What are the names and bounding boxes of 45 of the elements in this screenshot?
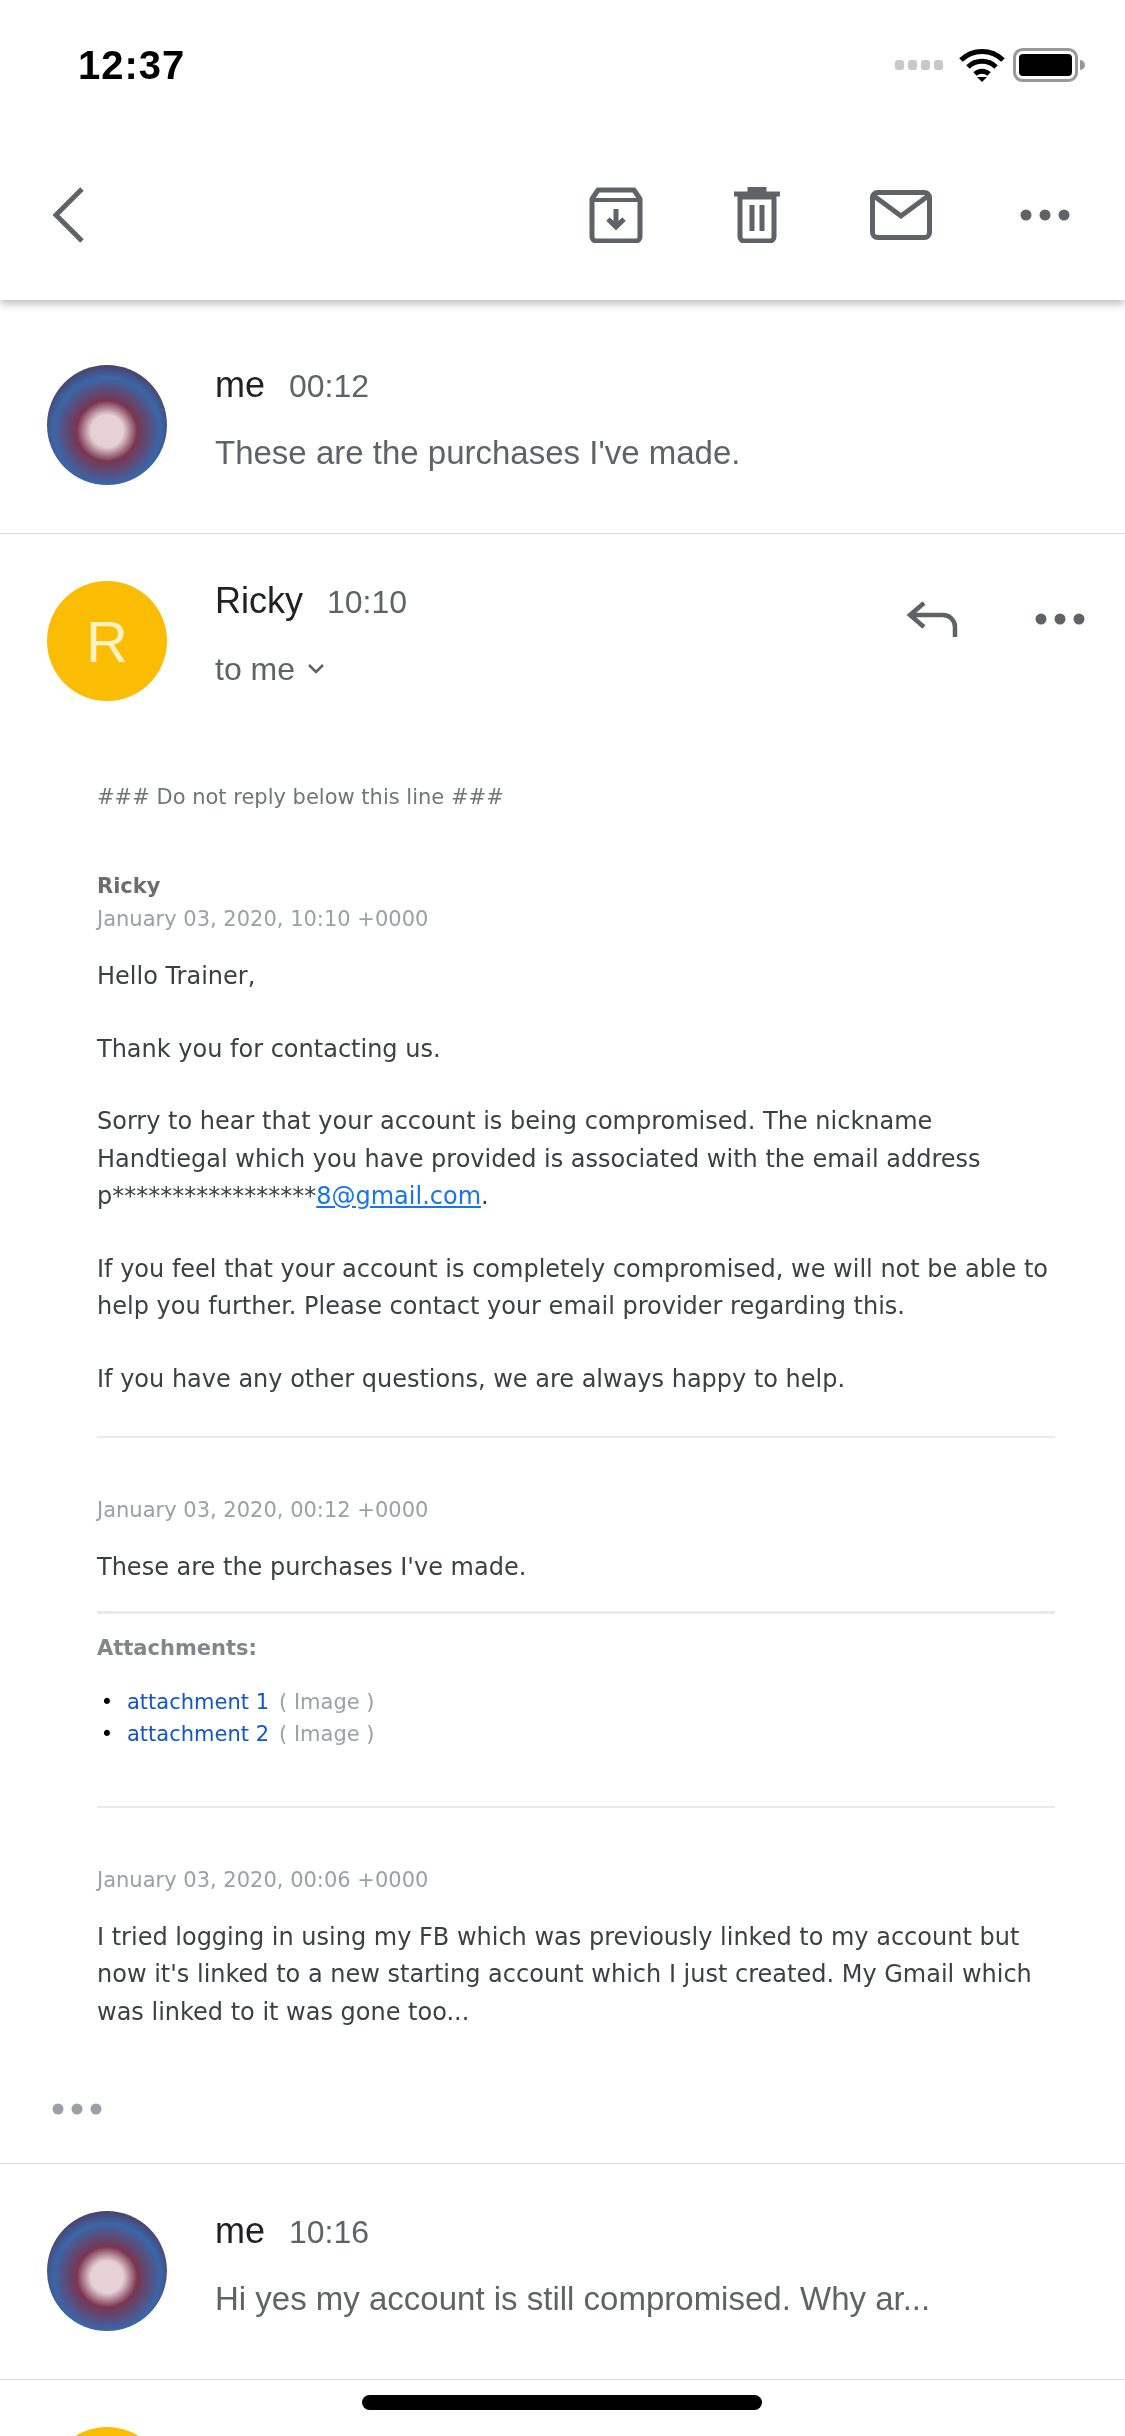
email-link[interactable]: 8@gmail.com [316,1182,482,1210]
paragraph: I tried logging in using my FB which was previously linked to my account but now it's linked to a new starting account which I just created. My Gmail which was linked to it was gone too... [97,1921,1033,2028]
sender-name: me [215,2209,265,2253]
trimmed-content-icon[interactable] [52,2103,102,2115]
archive-icon[interactable] [588,187,644,243]
paragraph: If you feel that your account is completely compromised, we will not be able to help you further. Please contact your email provider regarding this. [97,1253,1050,1322]
paragraph: Sorry to hear that your account is being compromised. The nickname Handtiegal which you have provided is associated with the email address p*****************8@gmail.com. [97,1106,982,1212]
quoted-author: Ricky [97,873,162,900]
sender-name: me [215,363,265,407]
paragraph: If you have any other questions, we are always happy to help. [97,1363,847,1395]
paragraph: Thank you for contacting us. [97,1033,442,1065]
quoted-date: January 03, 2020, 00:12 +0000 [97,1497,430,1524]
attachment-link[interactable]: attachment 2 [127,1717,270,1750]
mail-icon[interactable] [870,190,932,240]
message-time: 00:12 [289,367,370,406]
back-icon[interactable] [50,185,86,245]
wifi-icon [959,48,1005,82]
notice-text: ### Do not reply below this line ### [97,784,505,811]
chevron-down-icon[interactable] [307,663,326,675]
bullet: • [99,1720,115,1748]
avatar-letter: R [47,581,167,701]
attachment-link[interactable]: attachment 1 [127,1685,270,1718]
quoted-date: January 03, 2020, 10:10 +0000 [97,906,430,933]
paragraph: These are the purchases I've made. [97,1552,528,1583]
more-icon[interactable] [1035,613,1085,625]
status-time: 12:37 [78,42,187,88]
message-preview: These are the purchases I've made. [215,433,742,473]
bullet: • [99,1688,115,1716]
reply-icon[interactable] [906,599,960,639]
signal-icon [895,59,943,71]
delete-icon[interactable] [732,187,782,243]
message-preview: Hi yes my account is still compromised. Why ar... [215,2279,932,2319]
paragraph: Hello Trainer, [97,961,257,992]
message-row[interactable]: me 00:12 These are the purchases I've made. [0,318,1125,533]
message-row[interactable]: me 10:16 Hi yes my account is still compromised. Why ar... [0,2164,1125,2379]
recipients: to me [215,650,296,689]
message-time: 10:16 [289,2213,370,2252]
battery-icon [1013,48,1085,82]
message-time: 10:10 [327,583,408,622]
quoted-date: January 03, 2020, 00:06 +0000 [97,1866,430,1894]
sender-name: Ricky [215,579,303,623]
attachment-type: ( Image ) [279,1720,375,1748]
more-icon[interactable] [1020,209,1070,221]
attachment-type: ( Image ) [279,1688,375,1716]
attachments-label: Attachments: [97,1634,258,1662]
